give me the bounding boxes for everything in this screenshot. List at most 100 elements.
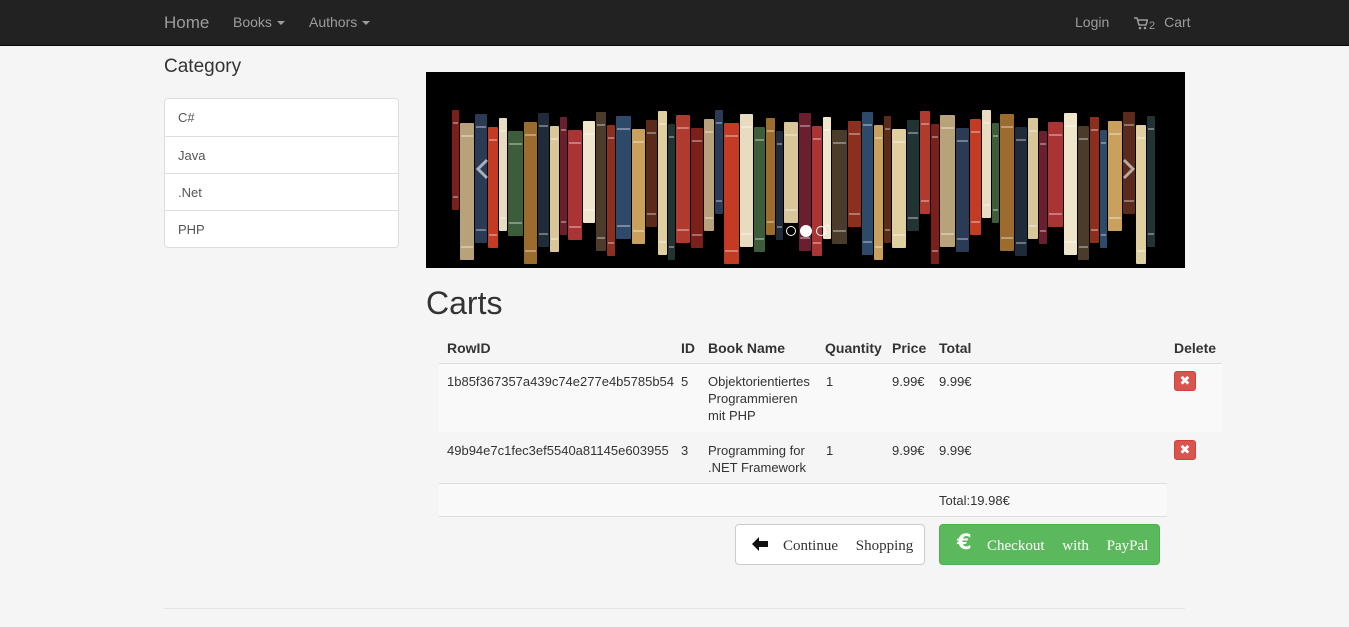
book-spine <box>784 122 798 223</box>
book-spine <box>740 114 753 247</box>
quantity: 1 <box>826 443 834 458</box>
shopping-cart-icon <box>1134 17 1148 30</box>
column-header: Delete <box>1174 340 1217 356</box>
carousel-prev-icon[interactable] <box>470 156 496 182</box>
book-spine <box>982 110 991 218</box>
book-spine <box>940 115 955 247</box>
book-spine <box>452 110 459 210</box>
book-spine <box>616 116 631 239</box>
book-carousel <box>426 72 1185 268</box>
close-icon: ✖ <box>1179 442 1191 457</box>
book-spine <box>920 111 930 214</box>
category-item-php[interactable]: PHP <box>165 210 398 247</box>
book-spine <box>1015 127 1027 256</box>
navbar: Home Books Authors Login 2 Cart <box>0 0 1349 46</box>
footer-divider <box>164 608 1185 609</box>
carousel-indicator[interactable] <box>786 226 796 236</box>
book-spine <box>560 117 567 235</box>
column-header: Quantity <box>825 340 882 356</box>
row-id: 49b94e7c1fec3ef5540a81145e603955 <box>447 443 669 458</box>
book-spine <box>460 123 474 260</box>
book-spine <box>508 131 523 236</box>
home-link[interactable]: Home <box>164 0 209 46</box>
book-spine <box>550 126 559 252</box>
book-spine <box>538 113 549 247</box>
category-item-dotnet[interactable]: .Net <box>165 173 398 210</box>
category-list: C# Java .Net PHP <box>164 98 399 248</box>
book-spine <box>632 129 645 244</box>
continue-shopping-button[interactable]: Continue Shopping <box>735 524 925 565</box>
book-spine <box>596 112 606 251</box>
book-spine <box>568 130 582 240</box>
category-item-csharp[interactable]: C# <box>165 99 398 136</box>
book-spine <box>583 121 595 223</box>
authors-dropdown[interactable]: Authors <box>309 0 371 46</box>
book-spine <box>704 119 714 231</box>
book-spine <box>1147 116 1155 247</box>
column-header: RowID <box>447 340 491 356</box>
book-spine <box>766 118 775 235</box>
book-spine <box>658 111 667 255</box>
chevron-down-icon <box>276 21 285 26</box>
book-spine <box>812 126 822 256</box>
books-dropdown[interactable]: Books <box>233 0 285 46</box>
row-id: 1b85f367357a439c74e277e4b5785b54 <box>447 374 675 389</box>
category-title: Category <box>164 56 242 77</box>
close-icon: ✖ <box>1179 373 1191 388</box>
book-spine <box>524 122 537 264</box>
book-spine <box>724 123 739 264</box>
book-spine <box>956 128 969 252</box>
row-total: 9.99€ <box>939 374 972 389</box>
row-total: 9.99€ <box>939 443 972 458</box>
chevron-down-icon <box>362 21 371 26</box>
checkout-paypal-button[interactable]: € Checkout with PayPal <box>939 524 1160 565</box>
book-id: 5 <box>681 374 689 389</box>
book-spine <box>754 127 765 252</box>
books-label: Books <box>233 14 272 30</box>
carts-heading: Carts <box>426 285 503 321</box>
book-spine <box>848 121 861 227</box>
book-spine <box>1039 131 1047 244</box>
cart-link[interactable]: 2 Cart <box>1134 0 1191 46</box>
total-row <box>439 483 1167 517</box>
book-spine <box>892 129 906 248</box>
book-spine <box>668 124 675 260</box>
book-id: 3 <box>681 443 689 458</box>
book-spine <box>1078 126 1089 260</box>
book-spine <box>488 127 498 248</box>
price: 9.99€ <box>892 374 925 389</box>
book-spine <box>823 117 831 239</box>
book-spine <box>499 118 507 231</box>
book-spine <box>970 119 981 235</box>
carousel-indicator[interactable] <box>816 226 826 236</box>
grand-total: Total:19.98€ <box>939 493 1010 508</box>
column-header: Total <box>939 340 972 356</box>
euro-icon: € <box>957 530 972 554</box>
carousel-next-icon[interactable] <box>1115 156 1141 182</box>
continue-shopping-label: Continue Shopping <box>783 538 914 554</box>
book-spine <box>862 112 873 255</box>
category-item-java[interactable]: Java <box>165 136 398 173</box>
book-spine <box>691 128 703 248</box>
book-spine <box>715 110 723 214</box>
delete-button[interactable]: ✖ <box>1174 440 1196 460</box>
carousel-indicator-active[interactable] <box>800 225 812 237</box>
book-spine <box>1028 118 1038 239</box>
book-spine <box>1136 125 1146 264</box>
book-spine <box>992 123 999 223</box>
column-header: Book Name <box>708 340 786 356</box>
book-spine <box>1090 117 1099 243</box>
book-name: Objektorientiertes Programmieren mit PHP <box>708 374 810 423</box>
arrow-left-icon <box>752 537 768 551</box>
cart-count-badge: 2 <box>1149 20 1156 32</box>
book-spine <box>776 131 783 240</box>
book-spine <box>646 120 657 227</box>
book-spine <box>607 125 615 256</box>
book-spine <box>676 115 690 243</box>
login-link[interactable]: Login <box>1075 0 1109 46</box>
book-spine <box>832 130 847 244</box>
column-header: ID <box>681 340 695 356</box>
column-header: Price <box>892 340 927 356</box>
delete-button[interactable]: ✖ <box>1174 371 1196 391</box>
book-spine <box>884 116 891 243</box>
